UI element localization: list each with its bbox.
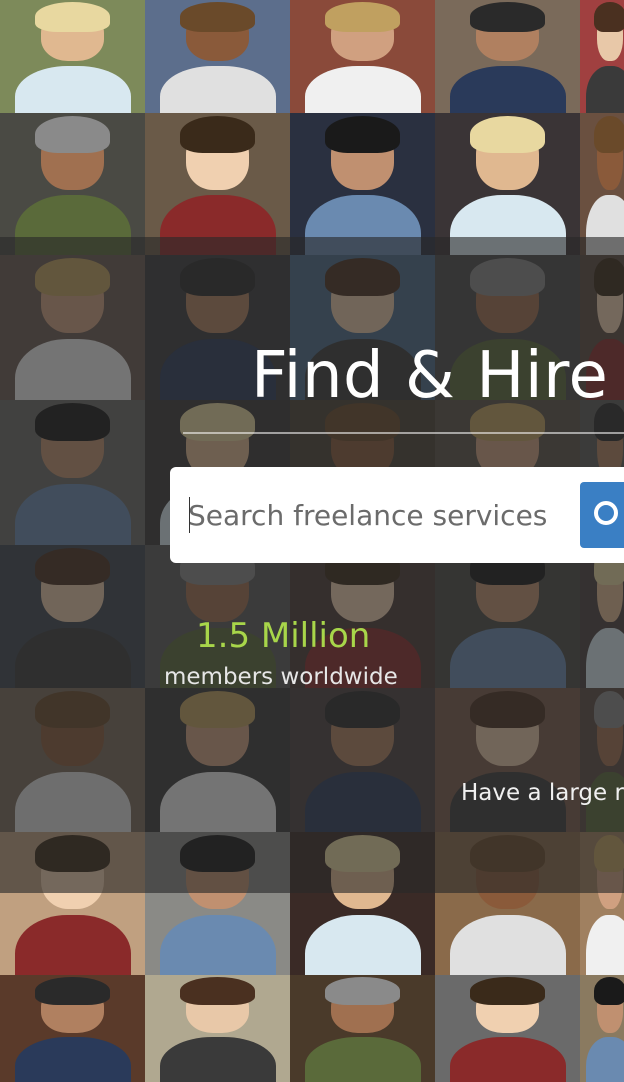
search-input[interactable] [188, 491, 568, 539]
member-photo [435, 975, 580, 1082]
hero-divider [183, 432, 624, 434]
hero-title: Find & Hire [251, 339, 609, 413]
member-photo [435, 0, 580, 113]
member-photo [290, 975, 435, 1082]
member-photo [580, 975, 624, 1082]
text-caret [189, 497, 190, 533]
members-count: 1.5 Million [196, 616, 371, 656]
member-photo [145, 975, 290, 1082]
members-label: members worldwide [164, 664, 398, 690]
member-photo [145, 0, 290, 113]
member-photo [0, 113, 145, 255]
member-photo [580, 113, 624, 255]
member-photo [580, 0, 624, 113]
member-photo [0, 0, 145, 113]
promo-text: Have a large r [461, 780, 624, 806]
search-button[interactable] [580, 482, 624, 548]
search-bar [170, 467, 624, 563]
member-photo [145, 113, 290, 255]
member-photo [0, 975, 145, 1082]
member-photo [290, 113, 435, 255]
member-photo [290, 0, 435, 113]
magnifier-icon [594, 501, 618, 525]
member-photo [435, 113, 580, 255]
